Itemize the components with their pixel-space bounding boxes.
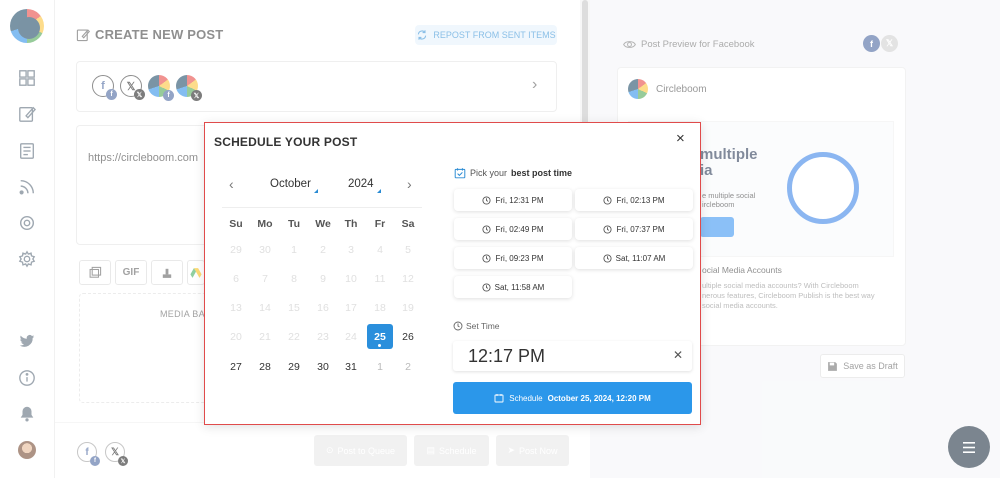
calendar-day-disabled: 14 (259, 301, 271, 314)
set-time-label: Set Time (453, 321, 500, 331)
clock-icon (603, 253, 612, 263)
calendar-day-disabled: 7 (262, 272, 268, 285)
clock-icon (482, 282, 491, 292)
calendar-day[interactable]: 26 (395, 324, 421, 349)
best-time-slot-label: Sat, 11:58 AM (494, 282, 545, 292)
calendar-icon (494, 394, 504, 403)
schedule-datetime: October 25, 2024, 12:20 PM (547, 393, 651, 403)
next-month-button[interactable]: › (407, 176, 412, 192)
best-time-slot[interactable]: Fri, 07:37 PM (575, 218, 693, 240)
best-time-slot[interactable]: Sat, 11:07 AM (575, 247, 693, 269)
calendar-day-disabled: 23 (317, 330, 329, 343)
best-time-slot-label: Fri, 02:49 PM (495, 224, 544, 234)
calendar-check-icon (454, 168, 466, 179)
close-icon[interactable]: × (676, 130, 685, 147)
calendar-day-disabled: 2 (320, 243, 326, 256)
clock-icon (482, 224, 492, 234)
calendar-day-disabled: 9 (320, 272, 326, 285)
calendar-day-disabled: 13 (230, 301, 242, 314)
time-input[interactable]: 12:17 PM ✕ (453, 341, 692, 371)
best-time-bold: best post time (511, 168, 573, 178)
calendar-day-disabled: 16 (317, 301, 329, 314)
year-select[interactable]: 2024 (348, 178, 381, 193)
clear-time-icon[interactable]: ✕ (673, 348, 683, 362)
clock-icon (453, 321, 463, 331)
calendar-day-next-month[interactable]: 1 (367, 354, 393, 379)
weekday-label: Mo (257, 218, 273, 230)
calendar-day[interactable]: 28 (252, 354, 278, 379)
weekday-label: Su (229, 218, 243, 230)
calendar-day[interactable]: 31 (338, 354, 364, 379)
calendar-day-disabled: 29 (230, 243, 242, 256)
best-time-slot-label: Fri, 07:37 PM (616, 224, 665, 234)
calendar-divider (222, 207, 422, 208)
clock-icon (482, 195, 492, 205)
weekday-label: We (315, 218, 331, 230)
schedule-modal: SCHEDULE YOUR POST × ‹ October 2024 › Su… (204, 122, 701, 425)
best-time-slot[interactable]: Fri, 02:13 PM (575, 189, 693, 211)
calendar-day-disabled: 5 (405, 243, 411, 256)
calendar-day-disabled: 12 (402, 272, 414, 285)
weekday-label: Sa (401, 218, 415, 230)
set-time-text: Set Time (466, 321, 500, 331)
calendar-day[interactable]: 29 (281, 354, 307, 379)
weekday-label: Th (344, 218, 358, 230)
best-time-slot-label: Fri, 12:31 PM (495, 195, 544, 205)
calendar-day-disabled: 18 (374, 301, 386, 314)
calendar-day-selected[interactable]: 25 (367, 324, 393, 349)
best-time-prefix: Pick your (470, 168, 508, 178)
dropdown-caret-icon (376, 189, 381, 193)
best-time-label: Pick your best post time (454, 167, 572, 179)
clock-icon (603, 224, 613, 234)
dropdown-caret-icon (313, 189, 318, 193)
best-time-slot-label: Fri, 02:13 PM (616, 195, 665, 205)
calendar-day-disabled: 24 (345, 330, 357, 343)
best-time-slot[interactable]: Fri, 02:49 PM (454, 218, 572, 240)
calendar-day-disabled: 19 (402, 301, 414, 314)
clock-icon (603, 195, 613, 205)
calendar-day-disabled: 6 (233, 272, 239, 285)
calendar-day-disabled: 8 (291, 272, 297, 285)
calendar-day-disabled: 30 (259, 243, 271, 256)
time-value: 12:17 PM (468, 346, 546, 366)
calendar-day-disabled: 1 (291, 243, 297, 256)
modal-title: SCHEDULE YOUR POST (214, 135, 358, 149)
best-time-slot-label: Fri, 09:23 PM (495, 253, 544, 263)
month-select[interactable]: October (270, 178, 318, 193)
calendar-day-disabled: 22 (288, 330, 300, 343)
calendar-day-disabled: 17 (345, 301, 357, 314)
best-time-slot[interactable]: Sat, 11:58 AM (454, 276, 572, 298)
calendar-day-disabled: 3 (348, 243, 354, 256)
best-time-slot-label: Sat, 11:07 AM (615, 253, 666, 263)
calendar-day-disabled: 15 (288, 301, 300, 314)
best-time-slot[interactable]: Fri, 12:31 PM (454, 189, 572, 211)
calendar-day-disabled: 21 (259, 330, 271, 343)
calendar-day-disabled: 4 (377, 243, 383, 256)
schedule-button[interactable]: Schedule October 25, 2024, 12:20 PM (453, 382, 692, 414)
weekday-label: Fr (374, 218, 386, 230)
calendar-day[interactable]: 30 (310, 354, 336, 379)
weekday-label: Tu (287, 218, 301, 230)
calendar-day-disabled: 11 (374, 272, 386, 285)
best-time-slot[interactable]: Fri, 09:23 PM (454, 247, 572, 269)
calendar-day-disabled: 10 (345, 272, 357, 285)
prev-month-button[interactable]: ‹ (229, 176, 234, 192)
month-value: October (270, 178, 311, 190)
calendar-day-disabled: 20 (230, 330, 242, 343)
schedule-label: Schedule (509, 393, 543, 403)
year-value: 2024 (348, 178, 374, 190)
calendar-day-next-month[interactable]: 2 (395, 354, 421, 379)
calendar-day[interactable]: 27 (223, 354, 249, 379)
clock-icon (482, 253, 492, 263)
